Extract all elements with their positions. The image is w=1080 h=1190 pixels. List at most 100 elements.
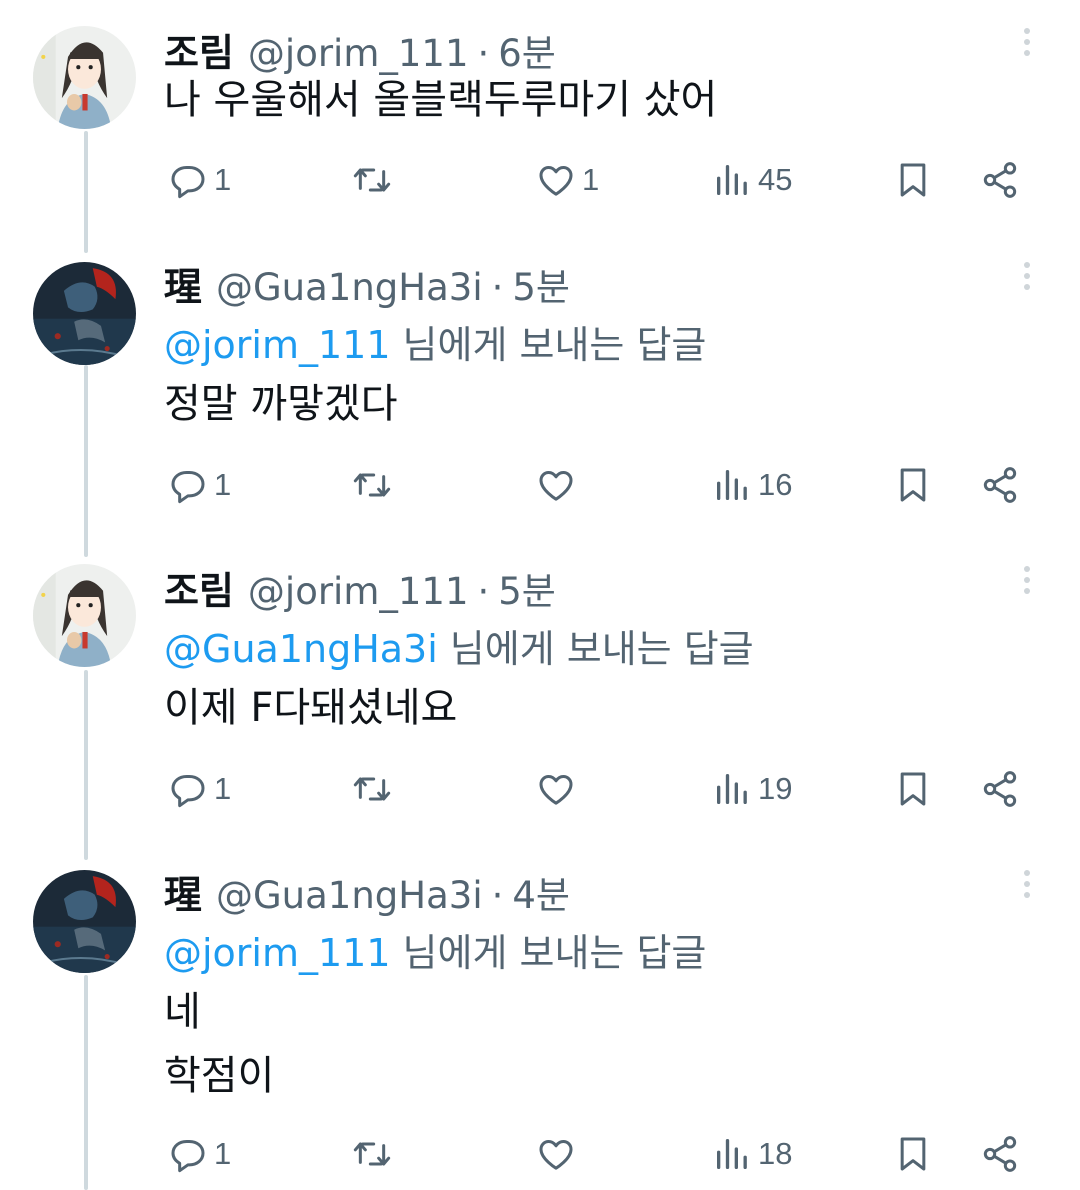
views-button[interactable]: 19 xyxy=(712,764,792,814)
retweet-button[interactable] xyxy=(352,764,398,814)
tweet[interactable]: 瑆 @Gua1ngHa3i · 5분 @jorim_111 님에게 보내는 답글 … xyxy=(0,256,1080,536)
tweet-header: 조림 @jorim_111 · 5분 xyxy=(164,560,556,613)
tweet-header: 조림 @jorim_111 · 6분 xyxy=(164,22,556,75)
girl-avatar-image xyxy=(33,564,136,667)
views-count: 19 xyxy=(758,771,793,806)
display-name[interactable]: 조림 xyxy=(164,560,234,615)
bookmark-icon xyxy=(900,468,926,502)
heart-icon xyxy=(539,471,573,501)
more-icon[interactable] xyxy=(1018,258,1036,298)
share-icon xyxy=(983,162,1017,198)
reply-button[interactable]: 1 xyxy=(168,155,231,205)
timestamp[interactable]: 5분 xyxy=(498,561,556,615)
retweet-button[interactable] xyxy=(352,1129,398,1179)
timestamp[interactable]: 4분 xyxy=(512,865,570,919)
replying-to: @Gua1ngHa3i 님에게 보내는 답글 xyxy=(164,618,754,673)
avatar[interactable] xyxy=(33,870,136,973)
like-count: 1 xyxy=(582,162,600,197)
tweet[interactable]: 瑆 @Gua1ngHa3i · 4분 @jorim_111 님에게 보내는 답글 … xyxy=(0,864,1080,1184)
tweet-text: 나 우울해서 올블랙두루마기 샀어 xyxy=(164,68,717,132)
bookmark-button[interactable] xyxy=(893,155,933,205)
reply-icon xyxy=(171,166,205,199)
like-button[interactable] xyxy=(536,764,582,814)
tweet-header: 瑆 @Gua1ngHa3i · 5분 xyxy=(164,256,570,309)
more-icon[interactable] xyxy=(1018,24,1036,64)
reply-mention-link[interactable]: @jorim_111 xyxy=(164,323,391,367)
reply-button[interactable]: 1 xyxy=(168,764,231,814)
tweet[interactable]: 조림 @jorim_111 · 6분 나 우울해서 올블랙두루마기 샀어 1 1… xyxy=(0,22,1080,232)
reply-mention-link[interactable]: @jorim_111 xyxy=(164,931,391,975)
tweet-text: 정말 까맣겠다 xyxy=(164,372,398,436)
separator-dot: · xyxy=(491,266,504,309)
bookmark-button[interactable] xyxy=(893,764,933,814)
views-button[interactable]: 45 xyxy=(712,155,792,205)
tweet-text: 이제 F다돼셨네요 xyxy=(164,676,457,740)
like-button[interactable] xyxy=(536,1129,582,1179)
reply-count: 1 xyxy=(214,162,232,197)
share-button[interactable] xyxy=(980,460,1020,510)
display-name[interactable]: 瑆 xyxy=(164,256,202,311)
bookmark-button[interactable] xyxy=(893,1129,933,1179)
tweet-text-line: 이제 F다돼셨네요 xyxy=(164,685,458,731)
replying-to: @jorim_111 님에게 보내는 답글 xyxy=(164,922,706,977)
retweet-icon xyxy=(353,777,391,801)
reply-icon xyxy=(171,1140,205,1173)
views-count: 18 xyxy=(758,1136,793,1171)
heart-icon xyxy=(539,166,573,196)
replying-to: @jorim_111 님에게 보내는 답글 xyxy=(164,314,706,369)
girl-avatar-image xyxy=(33,26,136,129)
share-button[interactable] xyxy=(980,764,1020,814)
reply-icon xyxy=(171,471,205,504)
action-bar: 1 1 45 xyxy=(0,155,1080,205)
more-icon[interactable] xyxy=(1018,866,1036,906)
more-icon[interactable] xyxy=(1018,562,1036,602)
action-bar: 1 18 xyxy=(0,1129,1080,1179)
bookmark-icon xyxy=(900,772,926,806)
separator-dot: · xyxy=(477,570,490,613)
dark-art-avatar-image xyxy=(33,870,136,973)
reply-button[interactable]: 1 xyxy=(168,460,231,510)
reply-mention-link[interactable]: @Gua1ngHa3i xyxy=(164,627,438,671)
user-handle[interactable]: @Gua1ngHa3i xyxy=(216,874,483,917)
user-handle[interactable]: @Gua1ngHa3i xyxy=(216,266,483,309)
views-count: 45 xyxy=(758,162,793,197)
share-button[interactable] xyxy=(980,1129,1020,1179)
reply-count: 1 xyxy=(214,771,232,806)
avatar[interactable] xyxy=(33,564,136,667)
share-icon xyxy=(983,467,1017,503)
display-name[interactable]: 瑆 xyxy=(164,864,202,919)
like-button[interactable] xyxy=(536,460,582,510)
reply-icon xyxy=(171,775,205,808)
reply-suffix: 님에게 보내는 답글 xyxy=(449,627,754,671)
retweet-icon xyxy=(353,473,391,497)
tweet-text-line: 학점이 xyxy=(164,1053,275,1099)
reply-suffix: 님에게 보내는 답글 xyxy=(402,323,707,367)
views-icon xyxy=(717,470,747,500)
share-icon xyxy=(983,771,1017,807)
reply-suffix: 님에게 보내는 답글 xyxy=(402,931,707,975)
timestamp[interactable]: 5분 xyxy=(512,257,570,311)
retweet-button[interactable] xyxy=(352,155,398,205)
tweet-text-line: 정말 까맣겠다 xyxy=(164,381,398,427)
avatar[interactable] xyxy=(33,26,136,129)
share-icon xyxy=(983,1136,1017,1172)
views-icon xyxy=(717,1139,747,1169)
tweet[interactable]: 조림 @jorim_111 · 5분 @Gua1ngHa3i 님에게 보내는 답글… xyxy=(0,560,1080,840)
reply-count: 1 xyxy=(214,1136,232,1171)
views-icon xyxy=(717,774,747,804)
views-count: 16 xyxy=(758,467,793,502)
user-handle[interactable]: @jorim_111 xyxy=(248,570,469,613)
reply-button[interactable]: 1 xyxy=(168,1129,231,1179)
share-button[interactable] xyxy=(980,155,1020,205)
heart-icon xyxy=(539,775,573,805)
tweet-text-line: 나 우울해서 올블랙두루마기 샀어 xyxy=(164,77,718,123)
views-button[interactable]: 16 xyxy=(712,460,792,510)
like-button[interactable]: 1 xyxy=(536,155,599,205)
retweet-button[interactable] xyxy=(352,460,398,510)
views-icon xyxy=(717,165,747,195)
views-button[interactable]: 18 xyxy=(712,1129,792,1179)
retweet-icon xyxy=(353,168,391,192)
tweet-header: 瑆 @Gua1ngHa3i · 4분 xyxy=(164,864,570,917)
avatar[interactable] xyxy=(33,262,136,365)
bookmark-button[interactable] xyxy=(893,460,933,510)
